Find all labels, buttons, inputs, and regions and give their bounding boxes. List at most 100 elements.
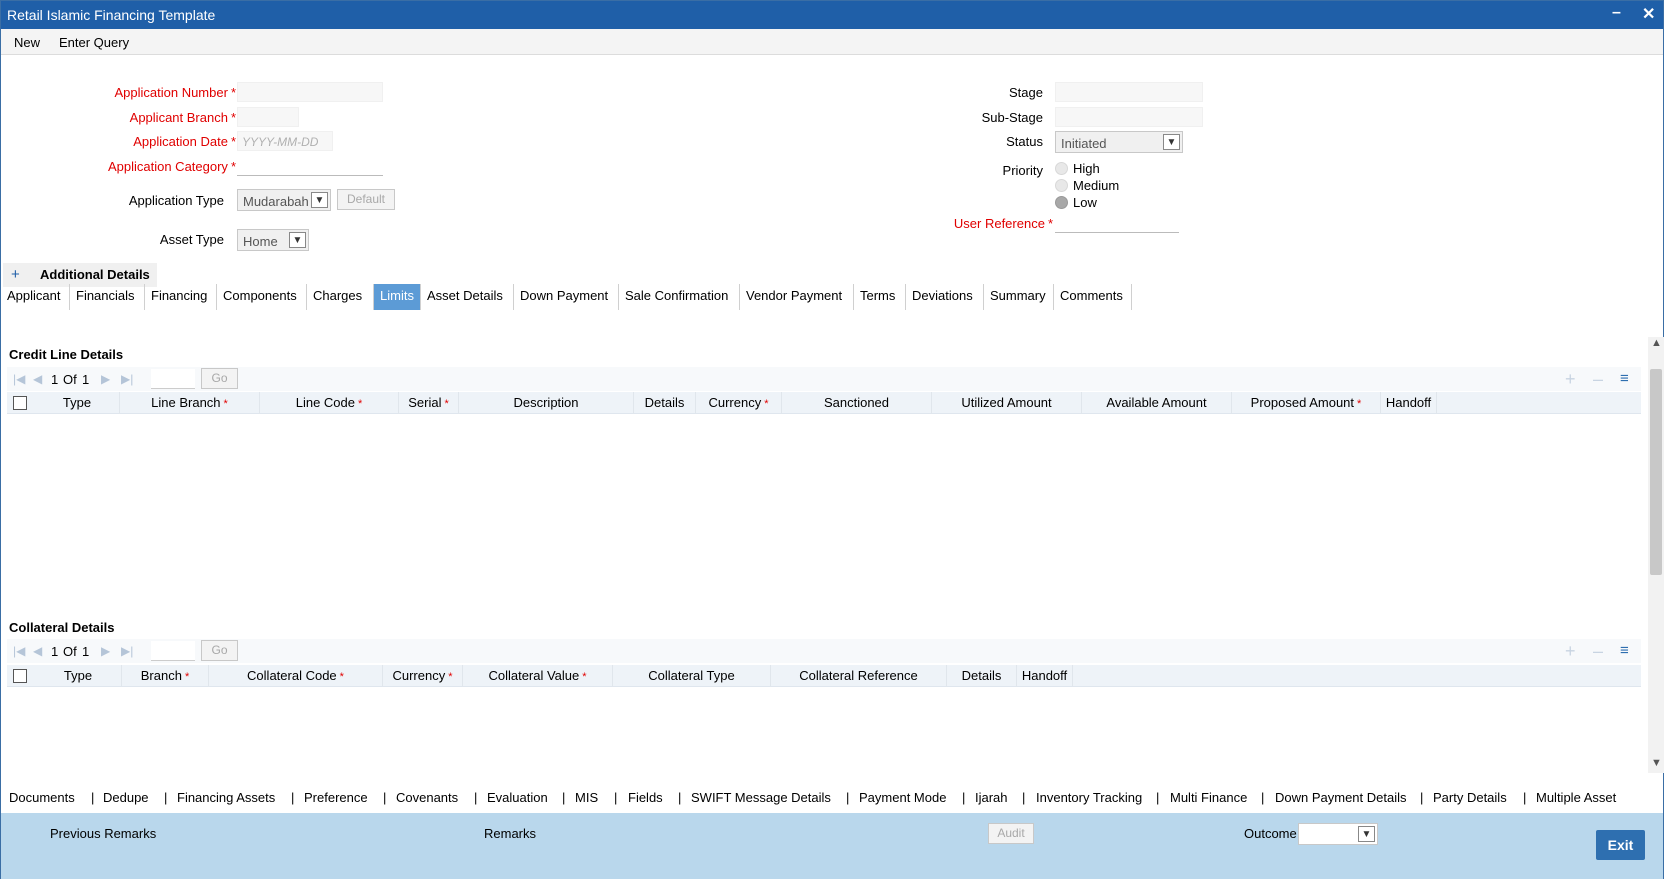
first-page-icon[interactable]: |◀ <box>13 372 25 386</box>
application-type-select[interactable]: Mudarabah ▼ <box>237 189 331 211</box>
add-row-icon[interactable]: + <box>1565 641 1576 662</box>
scroll-up-icon[interactable]: ▲ <box>1651 337 1662 349</box>
column-header-description[interactable]: Description <box>459 392 634 414</box>
prev-page-icon[interactable]: ◀ <box>33 372 42 386</box>
column-header-label: Available Amount <box>1106 395 1207 410</box>
link-inventory-tracking[interactable]: Inventory Tracking <box>1036 790 1142 805</box>
select-all-checkbox[interactable] <box>13 669 27 683</box>
tab-limits[interactable]: Limits <box>374 284 421 310</box>
application-date-field[interactable]: YYYY-MM-DD <box>237 131 333 151</box>
applicant-branch-field[interactable] <box>237 107 299 127</box>
link-ijarah[interactable]: Ijarah <box>975 790 1008 805</box>
link-fields[interactable]: Fields <box>628 790 663 805</box>
tab-terms[interactable]: Terms <box>854 284 906 310</box>
column-header-available-amount[interactable]: Available Amount <box>1082 392 1232 414</box>
tab-sale-confirmation[interactable]: Sale Confirmation <box>619 284 740 310</box>
single-view-icon[interactable]: ≡ <box>1620 370 1629 387</box>
user-reference-label: User Reference * <box>953 216 1053 231</box>
link-financing-assets[interactable]: Financing Assets <box>177 790 275 805</box>
column-header-line-branch[interactable]: Line Branch * <box>120 392 260 414</box>
exit-button[interactable]: Exit <box>1596 830 1645 860</box>
link-documents[interactable]: Documents <box>9 790 75 805</box>
column-header-currency[interactable]: Currency * <box>696 392 782 414</box>
outcome-select[interactable]: ▼ <box>1298 823 1378 845</box>
tab-vendor-payment[interactable]: Vendor Payment <box>740 284 854 310</box>
next-page-icon[interactable]: ▶ <box>101 644 110 658</box>
tab-deviations[interactable]: Deviations <box>906 284 984 310</box>
tab-charges[interactable]: Charges <box>307 284 374 310</box>
link-multi-finance[interactable]: Multi Finance <box>1170 790 1247 805</box>
link-down-payment-details[interactable]: Down Payment Details <box>1275 790 1407 805</box>
column-header-proposed-amount[interactable]: Proposed Amount * <box>1232 392 1381 414</box>
scroll-down-icon[interactable]: ▼ <box>1651 757 1662 769</box>
last-page-icon[interactable]: ▶| <box>121 644 133 658</box>
tab-comments[interactable]: Comments <box>1054 284 1132 310</box>
tab-financing[interactable]: Financing <box>145 284 217 310</box>
stage-field[interactable] <box>1055 82 1203 102</box>
next-page-icon[interactable]: ▶ <box>101 372 110 386</box>
audit-button[interactable]: Audit <box>988 823 1034 844</box>
link-dedupe[interactable]: Dedupe <box>103 790 149 805</box>
application-category-field[interactable] <box>237 156 383 176</box>
remove-row-icon[interactable]: – <box>1593 369 1603 390</box>
tab-asset-details[interactable]: Asset Details <box>421 284 514 310</box>
column-header-serial[interactable]: Serial * <box>399 392 459 414</box>
column-header-details[interactable]: Details <box>634 392 696 414</box>
first-page-icon[interactable]: |◀ <box>13 644 25 658</box>
asset-type-select[interactable]: Home ▼ <box>237 229 309 251</box>
priority-high-radio[interactable] <box>1055 162 1068 175</box>
column-header-utilized-amount[interactable]: Utilized Amount <box>932 392 1082 414</box>
tab-components[interactable]: Components <box>217 284 307 310</box>
column-header-line-code[interactable]: Line Code * <box>260 392 399 414</box>
link-preference[interactable]: Preference <box>304 790 368 805</box>
sub-stage-field[interactable] <box>1055 107 1203 127</box>
minimize-icon[interactable]: – <box>1612 4 1621 22</box>
tab-down-payment[interactable]: Down Payment <box>514 284 619 310</box>
link-swift-message-details[interactable]: SWIFT Message Details <box>691 790 831 805</box>
column-header-collateral-type[interactable]: Collateral Type <box>613 665 771 687</box>
link-multiple-asset[interactable]: Multiple Asset <box>1536 790 1616 805</box>
column-header-handoff[interactable]: Handoff <box>1381 392 1437 414</box>
link-covenants[interactable]: Covenants <box>396 790 458 805</box>
column-header-type[interactable]: Type <box>35 392 120 414</box>
column-header-collateral-code[interactable]: Collateral Code * <box>209 665 383 687</box>
select-all-checkbox[interactable] <box>13 396 27 410</box>
page-input[interactable] <box>151 641 195 661</box>
default-button[interactable]: Default <box>337 189 395 210</box>
column-header-collateral-reference[interactable]: Collateral Reference <box>771 665 947 687</box>
tab-summary[interactable]: Summary <box>984 284 1054 310</box>
column-header-type[interactable]: Type <box>35 665 122 687</box>
link-mis[interactable]: MIS <box>575 790 598 805</box>
priority-low-radio[interactable] <box>1055 196 1068 209</box>
scroll-thumb[interactable] <box>1650 369 1662 575</box>
menu-enter-query[interactable]: Enter Query <box>59 35 129 50</box>
user-reference-field[interactable] <box>1055 213 1179 233</box>
priority-medium-radio[interactable] <box>1055 179 1068 192</box>
menu-new[interactable]: New <box>14 35 40 50</box>
go-button[interactable]: Go <box>201 640 238 661</box>
previous-remarks-label[interactable]: Previous Remarks <box>50 826 156 841</box>
prev-page-icon[interactable]: ◀ <box>33 644 42 658</box>
remove-row-icon[interactable]: – <box>1593 641 1603 662</box>
column-header-handoff[interactable]: Handoff <box>1017 665 1073 687</box>
column-header-currency[interactable]: Currency * <box>383 665 463 687</box>
last-page-icon[interactable]: ▶| <box>121 372 133 386</box>
vertical-scrollbar[interactable]: ▲ ▼ <box>1648 337 1664 773</box>
column-header-collateral-value[interactable]: Collateral Value * <box>463 665 613 687</box>
add-row-icon[interactable]: + <box>1565 369 1576 390</box>
close-icon[interactable]: ✕ <box>1642 4 1655 24</box>
link-payment-mode[interactable]: Payment Mode <box>859 790 946 805</box>
page-input[interactable] <box>151 369 195 389</box>
go-button[interactable]: Go <box>201 368 238 389</box>
application-number-field[interactable] <box>237 82 383 102</box>
tab-financials[interactable]: Financials <box>70 284 145 310</box>
single-view-icon[interactable]: ≡ <box>1620 642 1629 659</box>
tab-applicant[interactable]: Applicant <box>1 284 70 310</box>
link-evaluation[interactable]: Evaluation <box>487 790 548 805</box>
column-header-sanctioned[interactable]: Sanctioned <box>782 392 932 414</box>
status-select[interactable]: Initiated ▼ <box>1055 131 1183 153</box>
remarks-label[interactable]: Remarks <box>484 826 536 841</box>
link-party-details[interactable]: Party Details <box>1433 790 1507 805</box>
column-header-branch[interactable]: Branch * <box>122 665 209 687</box>
column-header-details[interactable]: Details <box>947 665 1017 687</box>
